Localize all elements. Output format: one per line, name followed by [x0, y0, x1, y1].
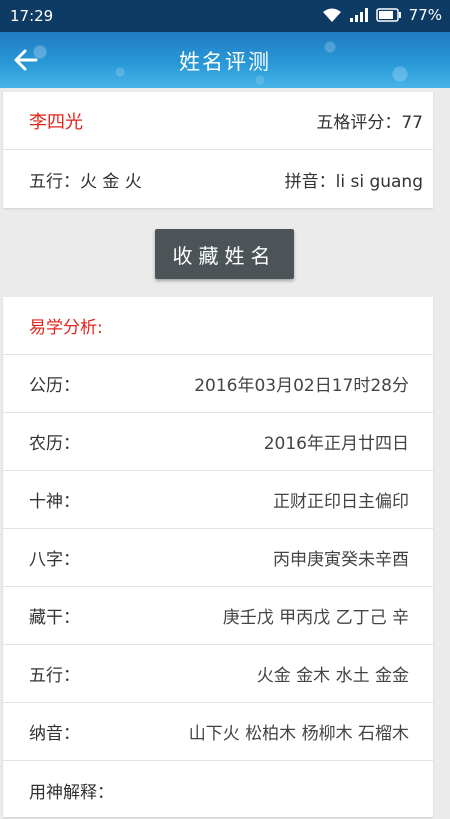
row-label: 公历： — [29, 376, 80, 396]
person-name: 李四光 — [29, 111, 83, 133]
analysis-row: 五行： 火金 金木 水土 金金 — [3, 645, 433, 703]
row-value: 2016年03月02日17时28分 — [194, 376, 409, 396]
score-label: 五格评分：77 — [316, 113, 423, 133]
row-value: 庚壬戊 甲丙戊 乙丁己 辛 — [222, 608, 409, 628]
row-value: 正财正印日主偏印 — [273, 492, 409, 512]
page-title: 姓名评测 — [179, 50, 271, 74]
row-label: 用神解释： — [29, 782, 114, 803]
analysis-row: 八字： 丙申庚寅癸未辛酉 — [3, 529, 433, 587]
battery-icon — [375, 8, 401, 22]
status-bar: 17:29 77% — [0, 0, 450, 32]
analysis-card: 易学分析: 公历： 2016年03月02日17时28分 农历： 2016年正月廿… — [3, 297, 433, 817]
row-value: 丙申庚寅癸未辛酉 — [273, 550, 409, 570]
analysis-title: 易学分析: — [29, 318, 103, 338]
analysis-row: 农历： 2016年正月廿四日 — [3, 413, 433, 471]
analysis-row: 纳音： 山下火 松柏木 杨柳木 石榴木 — [3, 703, 433, 761]
analysis-row: 用神解释： — [3, 761, 433, 819]
row-value: 山下火 松柏木 杨柳木 石榴木 — [188, 724, 409, 744]
row-label: 藏干： — [29, 608, 80, 628]
wifi-icon — [322, 8, 341, 22]
row-label: 十神： — [29, 492, 80, 512]
row-value: 2016年正月廿四日 — [263, 434, 409, 454]
status-time: 17:29 — [10, 7, 54, 25]
summary-row-details: 五行：火 金 火 拼音：li si guang — [3, 150, 433, 208]
row-label: 五行： — [29, 666, 80, 686]
analysis-row: 藏干： 庚壬戊 甲丙戊 乙丁己 辛 — [3, 587, 433, 645]
status-icons: 77% — [322, 6, 442, 24]
summary-row-name: 李四光 五格评分：77 — [3, 92, 433, 150]
collect-name-button[interactable]: 收藏姓名 — [155, 229, 294, 279]
pinyin-label: 拼音：li si guang — [284, 171, 423, 192]
app-bar: 姓名评测 — [0, 32, 450, 88]
analysis-row: 十神： 正财正印日主偏印 — [3, 471, 433, 529]
row-label: 农历： — [29, 434, 80, 454]
analysis-row: 公历： 2016年03月02日17时28分 — [3, 355, 433, 413]
summary-card: 李四光 五格评分：77 五行：火 金 火 拼音：li si guang — [3, 92, 433, 208]
row-label: 八字： — [29, 550, 80, 570]
battery-percent: 77% — [408, 6, 442, 24]
signal-icon — [349, 8, 368, 22]
analysis-title-row: 易学分析: — [3, 297, 433, 355]
wuxing-label: 五行：火 金 火 — [29, 171, 142, 192]
row-value: 火金 金木 水土 金金 — [256, 666, 409, 686]
row-label: 纳音： — [29, 724, 80, 744]
